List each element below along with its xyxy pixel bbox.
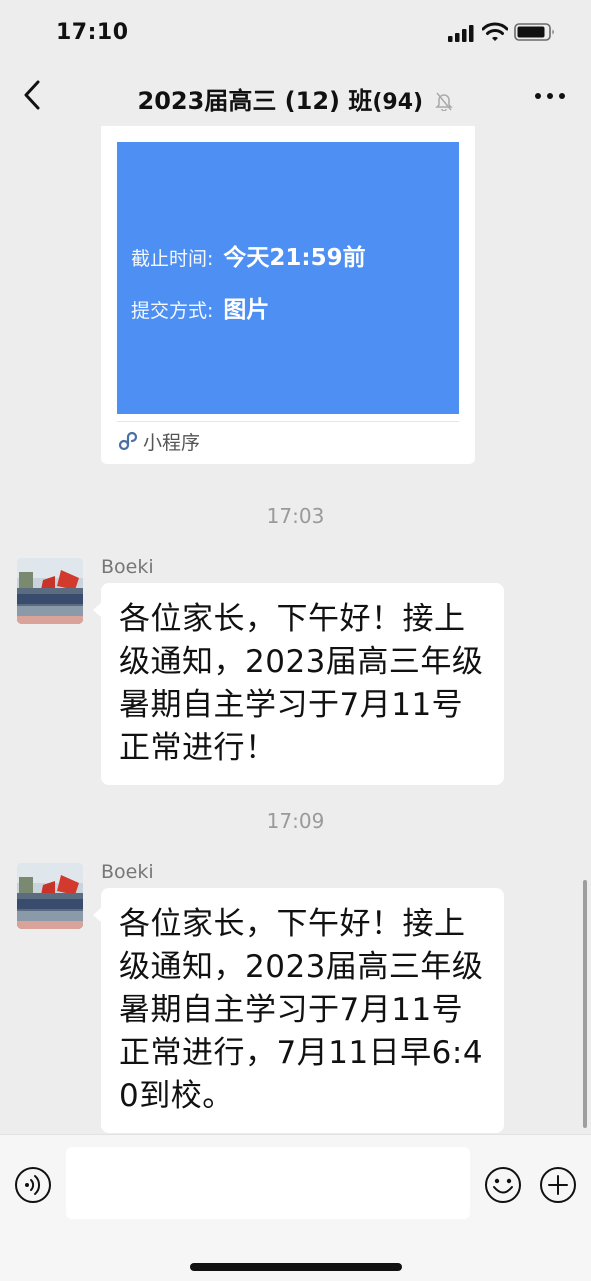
more-button[interactable] <box>532 84 568 108</box>
member-count: (94) <box>372 90 424 115</box>
mini-field-label: 截止时间: <box>131 248 214 270</box>
mini-field-value: 图片 <box>223 297 270 323</box>
mini-program-preview: 截止时间: 今天21:59前 提交方式: 图片 <box>117 142 459 414</box>
signal-icon <box>448 25 474 42</box>
sender-name: Boeki <box>101 861 154 883</box>
sender-name: Boeki <box>101 556 154 578</box>
avatar[interactable] <box>17 863 83 929</box>
status-bar: 17:10 <box>0 0 591 64</box>
more-dots-icon <box>535 93 565 99</box>
chat-title: 2023届高三 (12) 班(94) <box>0 81 591 116</box>
status-time: 17:10 <box>56 20 129 45</box>
home-indicator[interactable] <box>190 1263 402 1271</box>
avatar[interactable] <box>17 558 83 624</box>
voice-icon[interactable] <box>14 1166 52 1204</box>
link-icon <box>118 431 138 451</box>
plus-icon[interactable] <box>539 1166 577 1204</box>
mini-program-label: 小程序 <box>143 431 201 454</box>
mini-program-card[interactable]: 截止时间: 今天21:59前 提交方式: 图片 小程序 <box>101 126 475 464</box>
message-list[interactable]: 截止时间: 今天21:59前 提交方式: 图片 小程序 17:03 Boeki … <box>0 126 591 1134</box>
divider <box>117 421 459 422</box>
mini-field-value: 今天21:59前 <box>223 245 366 271</box>
mute-bell-icon <box>435 92 454 111</box>
mini-program-footer: 小程序 <box>117 426 200 456</box>
mini-field-method: 提交方式: 图片 <box>131 290 269 324</box>
mini-field-label: 提交方式: <box>131 300 214 322</box>
group-name: 2023届高三 (12) 班 <box>137 87 373 115</box>
message-bubble[interactable]: 各位家长，下午好！接上级通知，2023届高三年级暑期自主学习于7月11号正常进行… <box>93 888 504 1133</box>
input-bar <box>0 1134 591 1281</box>
emoji-icon[interactable] <box>484 1166 522 1204</box>
timestamp-divider: 17:03 <box>266 504 325 528</box>
wifi-icon <box>482 22 508 41</box>
message-input[interactable] <box>66 1147 470 1219</box>
timestamp-divider: 17:09 <box>266 809 325 833</box>
battery-icon <box>514 23 554 41</box>
mini-field-deadline: 截止时间: 今天21:59前 <box>131 238 366 272</box>
chat-header: 2023届高三 (12) 班(94) <box>0 64 591 126</box>
message-bubble[interactable]: 各位家长，下午好！接上级通知，2023届高三年级暑期自主学习于7月11号正常进行… <box>93 583 504 785</box>
scrollbar[interactable] <box>583 880 587 1128</box>
